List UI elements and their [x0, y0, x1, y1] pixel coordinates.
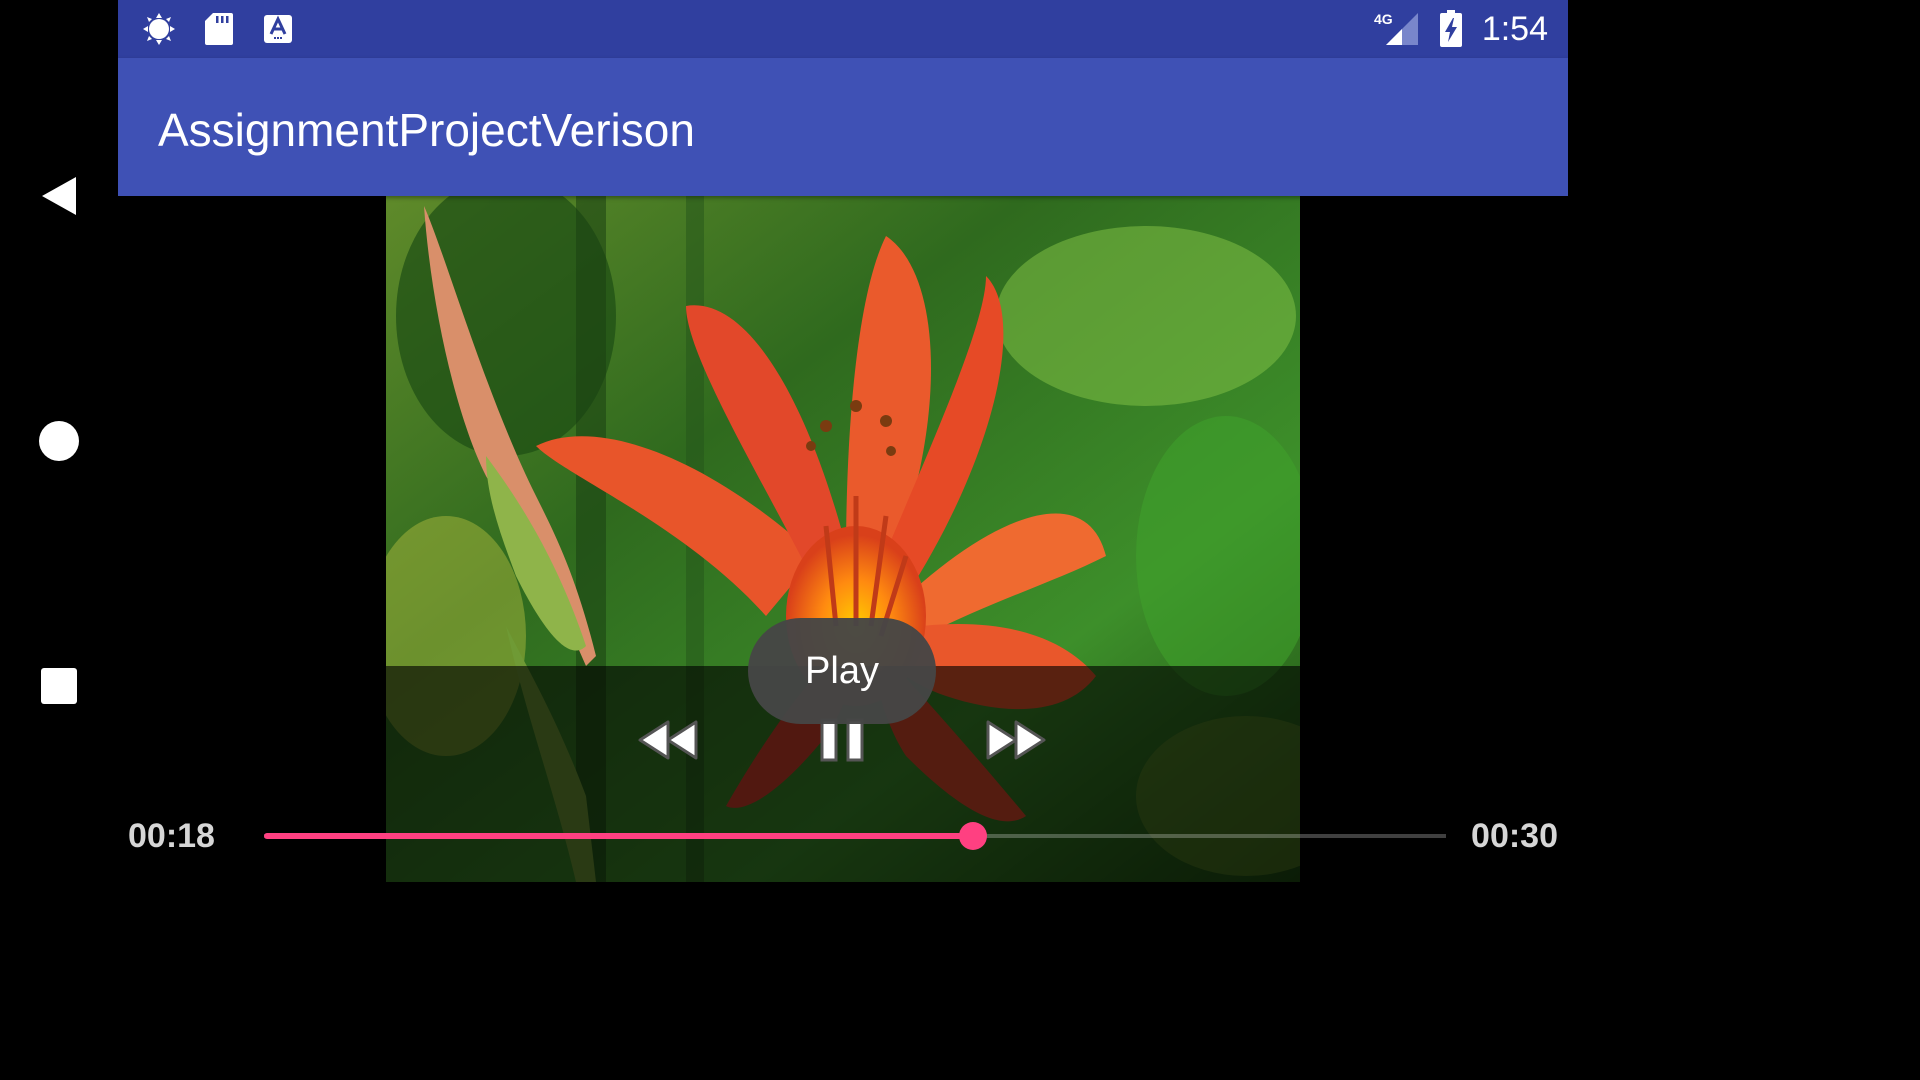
seek-thumb[interactable] [959, 822, 988, 850]
network-label: 4G [1374, 11, 1393, 27]
video-view[interactable]: 00:18 00:30 [118, 196, 1568, 882]
keyboard-a-icon [261, 12, 295, 46]
video-frame [386, 196, 1300, 882]
brightness-icon [142, 12, 176, 46]
navigation-bar [0, 0, 118, 882]
battery-charging-icon [1434, 10, 1468, 47]
sd-card-icon [202, 12, 236, 46]
fast-forward-button[interactable] [978, 714, 1054, 766]
seek-bar[interactable] [264, 816, 1446, 856]
rewind-button[interactable] [630, 714, 706, 766]
seek-progress [264, 833, 974, 839]
signal-icon: 4G [1372, 11, 1420, 46]
app-bar: AssignmentProjectVerison [118, 58, 1568, 196]
back-button[interactable] [29, 166, 89, 226]
status-bar: 4G 1:54 [118, 0, 1568, 58]
fast-forward-icon [986, 720, 1046, 760]
recents-button[interactable] [29, 656, 89, 716]
home-button[interactable] [29, 411, 89, 471]
rewind-icon [638, 720, 698, 760]
back-icon [42, 177, 76, 215]
app-title: AssignmentProjectVerison [158, 104, 695, 156]
current-time: 00:18 [128, 817, 215, 855]
home-icon [39, 421, 79, 461]
total-time: 00:30 [1471, 817, 1558, 855]
recents-icon [41, 668, 77, 704]
toast-message: Play [748, 618, 936, 724]
lily-flower-video-image [386, 196, 1300, 882]
status-clock: 1:54 [1481, 10, 1548, 48]
